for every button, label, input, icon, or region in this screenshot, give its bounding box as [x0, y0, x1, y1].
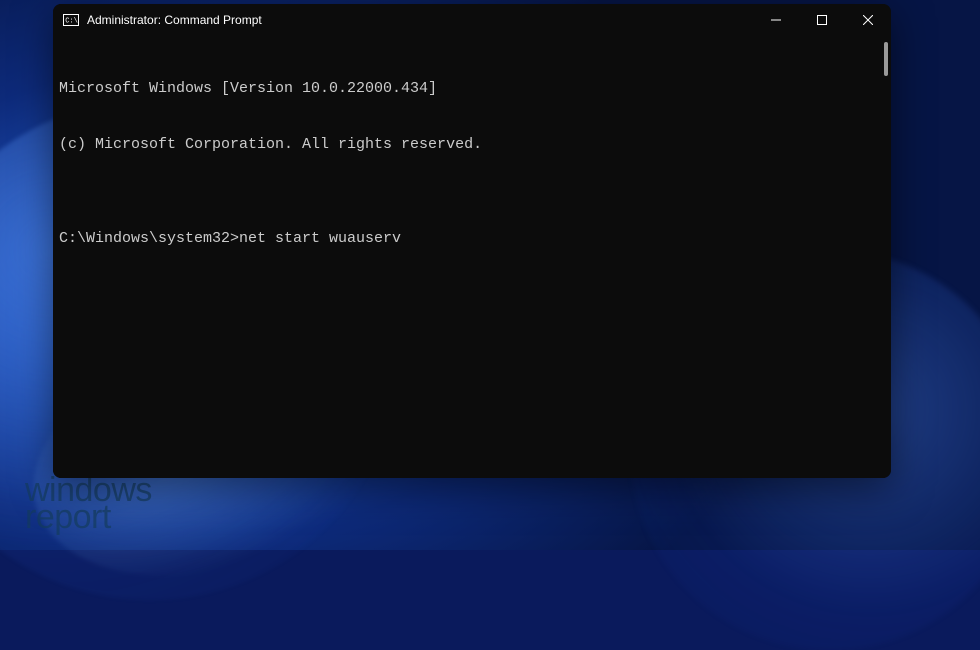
- window-title: Administrator: Command Prompt: [87, 13, 753, 27]
- watermark: windows report: [25, 476, 152, 532]
- close-icon: [863, 15, 873, 25]
- terminal-output-line: Microsoft Windows [Version 10.0.22000.43…: [59, 80, 885, 99]
- terminal-prompt-line: C:\Windows\system32>net start wuauserv: [59, 230, 885, 249]
- terminal-prompt: C:\Windows\system32>: [59, 230, 239, 247]
- maximize-button[interactable]: [799, 4, 845, 36]
- text-cursor: [401, 230, 410, 247]
- cmd-icon: C:\: [63, 13, 79, 27]
- svg-text:C:\: C:\: [65, 18, 78, 26]
- maximize-icon: [817, 15, 827, 25]
- command-prompt-window: C:\ Administrator: Command Prompt: [53, 4, 891, 478]
- terminal-body[interactable]: Microsoft Windows [Version 10.0.22000.43…: [53, 36, 891, 478]
- terminal-command: net start wuauserv: [239, 230, 401, 247]
- window-controls: [753, 4, 891, 36]
- scrollbar-thumb[interactable]: [884, 42, 888, 76]
- minimize-icon: [771, 15, 781, 25]
- close-button[interactable]: [845, 4, 891, 36]
- terminal-output-line: (c) Microsoft Corporation. All rights re…: [59, 136, 885, 155]
- titlebar[interactable]: C:\ Administrator: Command Prompt: [53, 4, 891, 36]
- minimize-button[interactable]: [753, 4, 799, 36]
